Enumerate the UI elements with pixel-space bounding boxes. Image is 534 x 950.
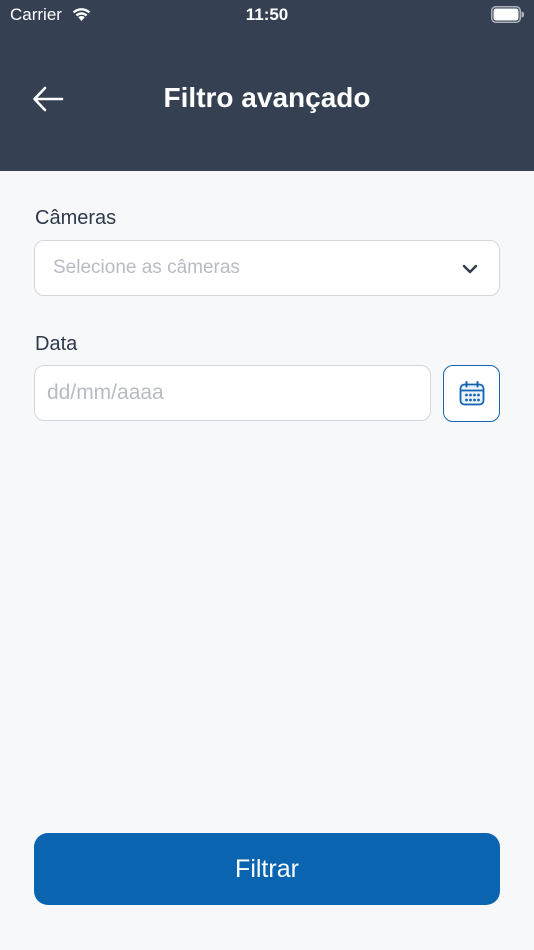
calendar-icon [459,380,484,405]
cameras-select[interactable]: Selecione as câmeras [34,240,500,296]
status-time: 11:50 [245,5,289,24]
date-input[interactable] [34,365,431,421]
battery-icon [491,6,524,23]
cameras-select-placeholder: Selecione as câmeras [53,257,240,278]
chevron-down-icon [462,264,478,274]
calendar-button[interactable] [443,365,500,422]
date-label: Data [35,333,78,355]
page-title: Filtro avançado [163,82,371,113]
screen: Carrier 11:50 Filtro avançado Câmeras Se… [0,0,534,950]
header: Carrier 11:50 Filtro avançado [0,0,534,171]
filter-button[interactable]: Filtrar [34,833,500,905]
status-bar: Carrier 11:50 [0,0,534,30]
cameras-label: Câmeras [35,207,117,229]
